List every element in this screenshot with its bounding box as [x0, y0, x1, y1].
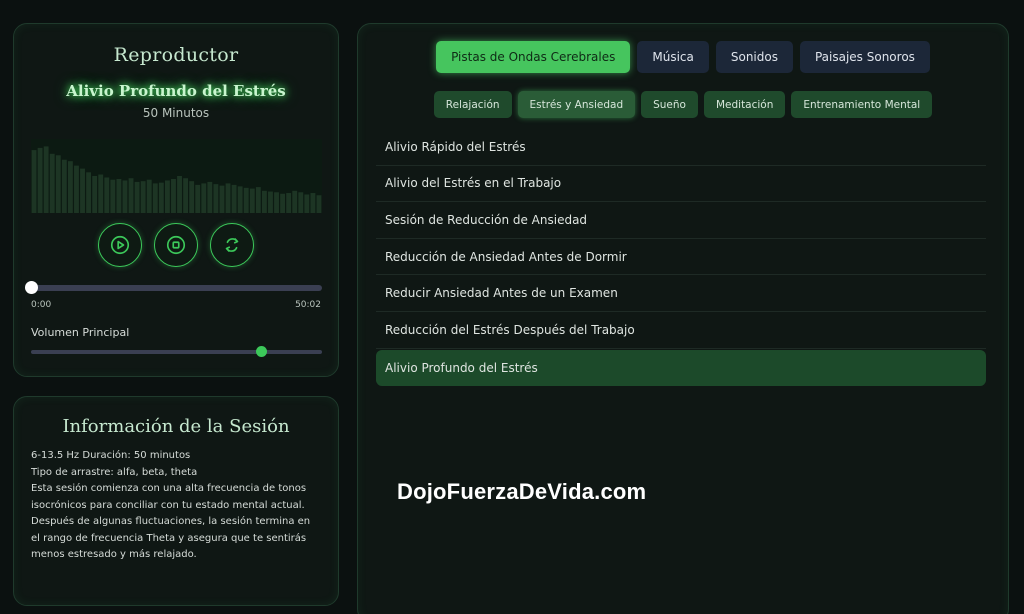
track-item[interactable]: Sesión de Reducción de Ansiedad: [376, 202, 986, 239]
waveform-bar: [183, 178, 189, 213]
track-item-selected[interactable]: Alivio Profundo del Estrés: [376, 349, 986, 387]
progress-slider[interactable]: [25, 281, 322, 294]
waveform-bar: [310, 193, 316, 213]
now-playing-duration: 50 Minutos: [142, 106, 210, 120]
waveform-bar: [195, 184, 201, 213]
total-time: 50:02: [295, 300, 321, 310]
category-tabs: Pistas de Ondas Cerebrales Música Sonido…: [358, 41, 1008, 73]
waveform-bar: [189, 181, 195, 213]
player-title: Reproductor: [113, 44, 239, 66]
track-item[interactable]: Reducción de Ansiedad Antes de Dormir: [376, 239, 986, 276]
current-time: 0:00: [31, 300, 52, 310]
waveform-bar: [243, 187, 249, 213]
waveform-bar: [274, 192, 279, 213]
waveform-bar: [49, 153, 55, 213]
volume-label: Volumen Principal: [31, 326, 130, 339]
track-item[interactable]: Reducir Ansiedad Antes de un Examen: [376, 275, 986, 312]
now-playing-title: Alivio Profundo del Estrés: [66, 82, 286, 100]
repeat-icon: [225, 238, 239, 252]
library-panel: Pistas de Ondas Cerebrales Música Sonido…: [357, 23, 1009, 614]
waveform-bar: [86, 172, 92, 213]
tab-sounds[interactable]: Sonidos: [715, 41, 793, 73]
track-list: Alivio Rápido del Estrés Alivio del Estr…: [376, 129, 986, 387]
waveform-bar: [67, 161, 73, 213]
waveform-bar: [61, 159, 67, 213]
waveform-bar: [55, 155, 61, 213]
track-item[interactable]: Alivio Rápido del Estrés: [376, 129, 986, 166]
waveform-bar: [43, 146, 49, 213]
subtab-stress-anxiety[interactable]: Estrés y Ansiedad: [517, 91, 636, 118]
watermark: DojoFuerzaDeVida.com: [397, 479, 647, 504]
waveform-bar: [74, 165, 79, 213]
session-summary: Esta sesión comienza con una alta frecue…: [31, 483, 311, 560]
waveform-bar: [116, 178, 122, 213]
waveform-bar: [164, 180, 170, 213]
volume-slider[interactable]: [31, 346, 322, 357]
waveform-bar: [158, 182, 164, 213]
waveform-bar: [207, 181, 213, 213]
waveform-bar: [146, 179, 152, 213]
waveform-bar: [268, 191, 273, 213]
player-panel: Reproductor Alivio Profundo del Estrés 5…: [13, 23, 339, 377]
waveform-bar: [201, 183, 207, 213]
waveform-bar: [110, 179, 116, 213]
waveform-bar: [225, 183, 231, 213]
waveform-bar: [152, 183, 158, 213]
session-description: 6-13.5 Hz Duración: 50 minutos Tipo de a…: [31, 448, 321, 564]
stop-button[interactable]: [154, 223, 198, 267]
waveform-bar: [292, 190, 298, 213]
waveform-bar: [80, 168, 85, 213]
subtab-meditation[interactable]: Meditación: [703, 91, 786, 118]
waveform-bar: [231, 184, 237, 213]
waveform-bar: [286, 193, 292, 213]
waveform: [31, 139, 322, 213]
waveform-bar: [128, 178, 134, 213]
waveform-bar: [280, 193, 286, 213]
waveform-bar: [255, 187, 261, 213]
session-info-title: Información de la Sesión: [62, 416, 290, 437]
playback-controls: [14, 223, 338, 267]
track-item[interactable]: Reducción del Estrés Después del Trabajo: [376, 312, 986, 349]
tab-soundscapes[interactable]: Paisajes Sonoros: [799, 41, 930, 73]
waveform-bar: [249, 188, 255, 213]
waveform-bar: [104, 177, 110, 213]
session-entrainment: Tipo de arrastre: alfa, beta, theta: [31, 466, 198, 478]
waveform-bar: [37, 147, 43, 213]
loop-button[interactable]: [210, 223, 254, 267]
waveform-bar: [261, 190, 267, 213]
waveform-bar: [31, 150, 37, 213]
waveform-bar: [213, 184, 219, 213]
waveform-bar: [316, 195, 322, 213]
tab-brainwave-tracks[interactable]: Pistas de Ondas Cerebrales: [436, 41, 631, 73]
waveform-bar: [298, 192, 304, 213]
waveform-bar: [219, 185, 225, 213]
subtab-mental-training[interactable]: Entrenamiento Mental: [791, 91, 933, 118]
waveform-bar: [92, 176, 98, 213]
waveform-bar: [140, 181, 146, 213]
waveform-bar: [171, 178, 176, 213]
subcategory-tabs: Relajación Estrés y Ansiedad Sueño Medit…: [358, 91, 1008, 118]
play-button[interactable]: [98, 223, 142, 267]
progress-handle[interactable]: [25, 281, 38, 294]
session-info-panel: Información de la Sesión 6-13.5 Hz Durac…: [13, 396, 339, 606]
waveform-bar: [177, 176, 182, 213]
tab-music[interactable]: Música: [637, 41, 709, 73]
session-frequency: 6-13.5 Hz Duración: 50 minutos: [31, 450, 191, 461]
subtab-sleep[interactable]: Sueño: [641, 91, 698, 118]
waveform-bar: [122, 180, 128, 213]
subtab-relaxation[interactable]: Relajación: [433, 91, 512, 118]
waveform-bar: [98, 174, 104, 213]
waveform-bar: [237, 186, 243, 213]
stop-circle-icon: [166, 235, 186, 255]
play-circle-icon: [110, 235, 130, 255]
track-item[interactable]: Alivio del Estrés en el Trabajo: [376, 166, 986, 203]
waveform-bar: [304, 194, 310, 213]
volume-handle[interactable]: [255, 346, 267, 357]
waveform-bar: [134, 181, 140, 213]
